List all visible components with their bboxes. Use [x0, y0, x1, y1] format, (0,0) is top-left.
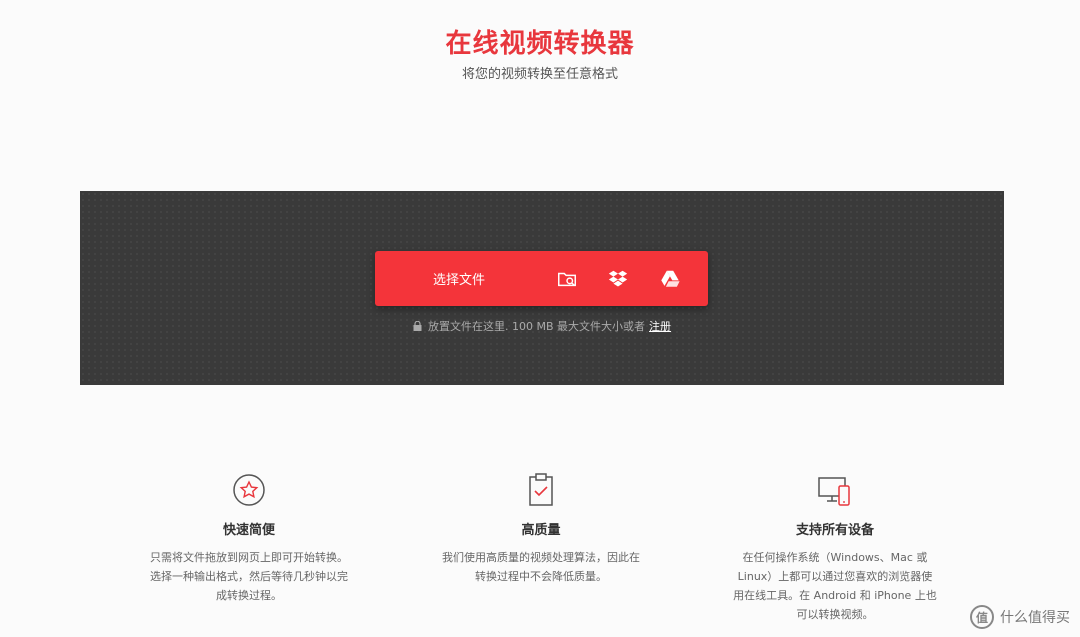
star-circle-icon	[233, 474, 265, 506]
choose-file-label: 选择文件	[433, 273, 486, 288]
watermark-text: 什么值得买	[1000, 610, 1070, 626]
page-header: 在线视频转换器 将您的视频转换至任意格式	[0, 26, 1080, 84]
page-subtitle: 将您的视频转换至任意格式	[461, 67, 618, 82]
choose-file-button[interactable]: 选择文件	[375, 251, 708, 306]
feature-desc: 我们使用高质量的视频处理算法，因此在转换过程中不会降低质量。	[442, 551, 640, 583]
google-drive-icon[interactable]	[658, 267, 682, 291]
clipboard-check-icon	[529, 473, 553, 506]
watermark-logo-icon: 值	[970, 605, 994, 629]
drop-hint-text: 放置文件在这里. 100 MB 最大文件大小或者	[427, 320, 646, 333]
folder-search-icon[interactable]	[555, 267, 579, 291]
lock-icon	[413, 320, 422, 336]
page-title: 在线视频转换器	[445, 29, 635, 59]
feature-title: 快速简便	[222, 523, 275, 538]
feature-desc: 在任何操作系统（Windows、Mac 或 Linux）上都可以通过您喜欢的浏览…	[733, 551, 937, 621]
file-dropzone[interactable]: 选择文件 放置文件在这里. 100 MB 最大文件大小或者 注册	[80, 191, 1004, 385]
dropbox-icon[interactable]	[606, 267, 630, 291]
devices-icon	[818, 477, 850, 506]
feature-title: 高质量	[521, 523, 561, 538]
watermark: 值 什么值得买	[970, 605, 1070, 629]
feature-quality: 高质量 我们使用高质量的视频处理算法，因此在转换过程中不会降低质量。	[421, 470, 661, 586]
feature-desc: 只需将文件拖放到网页上即可开始转换。选择一种输出格式，然后等待几秒钟以完成转换过…	[150, 551, 348, 602]
feature-fast: 快速简便 只需将文件拖放到网页上即可开始转换。选择一种输出格式，然后等待几秒钟以…	[129, 470, 369, 605]
feature-devices: 支持所有设备 在任何操作系统（Windows、Mac 或 Linux）上都可以通…	[715, 470, 955, 624]
drop-hint: 放置文件在这里. 100 MB 最大文件大小或者 注册	[80, 319, 1004, 336]
feature-title: 支持所有设备	[795, 523, 874, 538]
register-link[interactable]: 注册	[649, 320, 671, 333]
